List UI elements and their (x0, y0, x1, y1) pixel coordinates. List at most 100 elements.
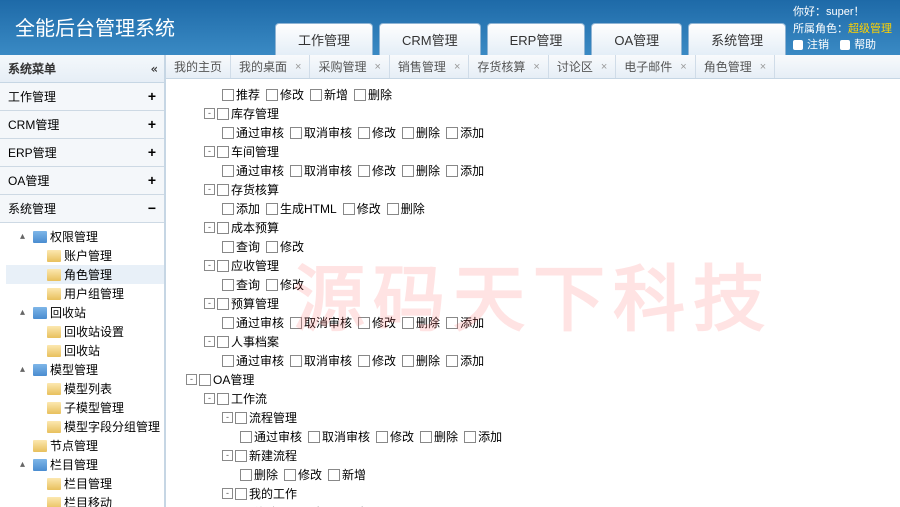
sidebar-section[interactable]: 系统管理− (0, 195, 164, 223)
top-tab[interactable]: ERP管理 (487, 23, 586, 55)
checkbox[interactable] (217, 108, 229, 120)
sidebar-section[interactable]: 工作管理+ (0, 83, 164, 111)
checkbox[interactable] (290, 165, 302, 177)
sidebar-item[interactable]: 角色管理 (6, 265, 164, 284)
checkbox[interactable] (217, 260, 229, 272)
document-tab[interactable]: 存货核算× (469, 55, 548, 78)
checkbox[interactable] (446, 317, 458, 329)
document-tab[interactable]: 我的主页 (166, 55, 231, 78)
sidebar-section[interactable]: CRM管理+ (0, 111, 164, 139)
close-icon[interactable]: × (374, 61, 380, 73)
checkbox[interactable] (308, 431, 320, 443)
close-icon[interactable]: × (454, 61, 460, 73)
checkbox[interactable] (464, 431, 476, 443)
checkbox[interactable] (387, 203, 399, 215)
checkbox[interactable] (420, 431, 432, 443)
checkbox[interactable] (358, 127, 370, 139)
checkbox[interactable] (290, 317, 302, 329)
document-tab[interactable]: 电子邮件× (616, 55, 695, 78)
checkbox[interactable] (217, 298, 229, 310)
checkbox[interactable] (240, 469, 252, 481)
checkbox[interactable] (266, 89, 278, 101)
logout-link[interactable]: 注销 (793, 39, 833, 51)
sidebar-item[interactable]: 回收站设置 (6, 322, 164, 341)
checkbox[interactable] (358, 355, 370, 367)
sidebar-item[interactable]: 栏目移动 (6, 493, 164, 507)
sidebar-item[interactable]: 模型字段分组管理 (6, 417, 164, 436)
checkbox[interactable] (222, 317, 234, 329)
sidebar-item[interactable]: ▴回收站 (6, 303, 164, 322)
checkbox[interactable] (358, 165, 370, 177)
close-icon[interactable]: × (680, 61, 686, 73)
checkbox[interactable] (217, 222, 229, 234)
sidebar-item[interactable]: 栏目管理 (6, 474, 164, 493)
tree-toggle[interactable]: - (204, 298, 215, 309)
top-tab[interactable]: OA管理 (591, 23, 682, 55)
checkbox[interactable] (217, 336, 229, 348)
top-tab[interactable]: 工作管理 (275, 23, 373, 55)
checkbox[interactable] (266, 241, 278, 253)
sidebar-item[interactable]: 用户组管理 (6, 284, 164, 303)
tree-toggle[interactable]: - (204, 336, 215, 347)
checkbox[interactable] (222, 241, 234, 253)
collapse-icon[interactable]: « (151, 62, 156, 76)
tree-toggle[interactable]: - (204, 222, 215, 233)
tree-toggle[interactable]: - (204, 260, 215, 271)
checkbox[interactable] (235, 450, 247, 462)
tree-toggle[interactable]: - (186, 374, 197, 385)
checkbox[interactable] (402, 127, 414, 139)
checkbox[interactable] (240, 431, 252, 443)
checkbox[interactable] (354, 89, 366, 101)
help-link[interactable]: 帮助 (840, 39, 880, 51)
document-tab[interactable]: 销售管理× (390, 55, 469, 78)
checkbox[interactable] (376, 431, 388, 443)
checkbox[interactable] (446, 127, 458, 139)
checkbox[interactable] (328, 469, 340, 481)
checkbox[interactable] (310, 89, 322, 101)
close-icon[interactable]: × (533, 61, 539, 73)
checkbox[interactable] (222, 127, 234, 139)
checkbox[interactable] (217, 184, 229, 196)
tree-toggle[interactable]: - (204, 393, 215, 404)
tree-toggle[interactable]: - (204, 146, 215, 157)
checkbox[interactable] (290, 127, 302, 139)
top-tab[interactable]: CRM管理 (379, 23, 481, 55)
checkbox[interactable] (446, 355, 458, 367)
document-tab[interactable]: 我的桌面× (231, 55, 310, 78)
checkbox[interactable] (222, 165, 234, 177)
sidebar-item[interactable]: ▴模型管理 (6, 360, 164, 379)
checkbox[interactable] (358, 317, 370, 329)
close-icon[interactable]: × (760, 61, 766, 73)
tree-toggle[interactable]: - (222, 412, 233, 423)
document-tab[interactable]: 采购管理× (310, 55, 389, 78)
sidebar-section[interactable]: ERP管理+ (0, 139, 164, 167)
tree-toggle[interactable]: - (222, 488, 233, 499)
checkbox[interactable] (343, 203, 355, 215)
sidebar-item[interactable]: 账户管理 (6, 246, 164, 265)
sidebar-item[interactable]: ▴权限管理 (6, 227, 164, 246)
checkbox[interactable] (222, 89, 234, 101)
checkbox[interactable] (222, 203, 234, 215)
sidebar-item[interactable]: 回收站 (6, 341, 164, 360)
checkbox[interactable] (222, 279, 234, 291)
checkbox[interactable] (222, 355, 234, 367)
checkbox[interactable] (199, 374, 211, 386)
sidebar-item[interactable]: ▴栏目管理 (6, 455, 164, 474)
sidebar-item[interactable]: 节点管理 (6, 436, 164, 455)
tree-toggle[interactable]: - (204, 108, 215, 119)
checkbox[interactable] (446, 165, 458, 177)
checkbox[interactable] (402, 317, 414, 329)
checkbox[interactable] (266, 203, 278, 215)
checkbox[interactable] (235, 488, 247, 500)
checkbox[interactable] (235, 412, 247, 424)
checkbox[interactable] (290, 355, 302, 367)
checkbox[interactable] (284, 469, 296, 481)
sidebar-item[interactable]: 子模型管理 (6, 398, 164, 417)
checkbox[interactable] (402, 165, 414, 177)
document-tab[interactable]: 讨论区× (549, 55, 616, 78)
checkbox[interactable] (217, 146, 229, 158)
checkbox[interactable] (217, 393, 229, 405)
document-tab[interactable]: 角色管理× (696, 55, 775, 78)
tree-toggle[interactable]: - (222, 450, 233, 461)
sidebar-item[interactable]: 模型列表 (6, 379, 164, 398)
